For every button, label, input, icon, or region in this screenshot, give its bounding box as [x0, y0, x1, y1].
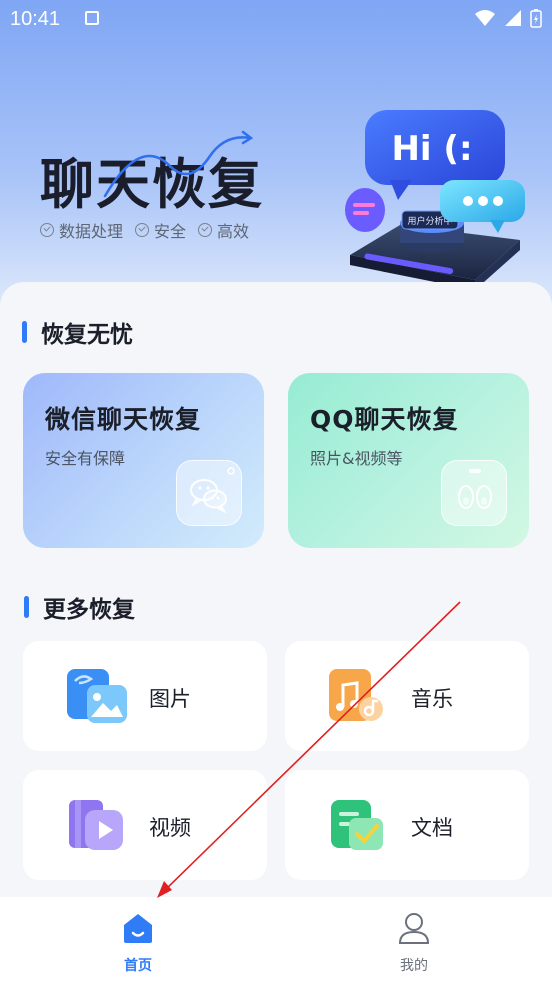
- card-subtitle: 照片&视频等: [310, 449, 403, 468]
- card-title: 微信聊天恢复: [45, 405, 202, 434]
- music-label: 音乐: [411, 687, 453, 711]
- video-recovery-card[interactable]: 视频: [23, 770, 267, 880]
- wifi-icon: [475, 10, 495, 26]
- feature-item: 高效: [198, 218, 249, 242]
- image-label: 图片: [149, 687, 191, 711]
- home-icon: [124, 914, 152, 943]
- document-label: 文档: [411, 816, 453, 840]
- check-circle-icon: [40, 223, 54, 237]
- wechat-icon: [176, 460, 242, 526]
- user-icon: [398, 913, 430, 944]
- bottom-nav: 首页 我的: [0, 897, 552, 983]
- hero-chat-illustration: 用户分析中 Hi (:: [345, 110, 525, 290]
- feature-item: 安全: [135, 218, 186, 242]
- music-recovery-card[interactable]: 音乐: [285, 641, 529, 751]
- section-title-more: 更多恢复: [24, 590, 135, 624]
- art-bubble-text: Hi (:: [391, 129, 472, 169]
- title-swoosh-decoration: [103, 130, 254, 198]
- section-accent-bar: [22, 321, 27, 343]
- check-circle-icon: [198, 223, 213, 237]
- video-label: 视频: [149, 816, 191, 840]
- battery-icon: [530, 9, 542, 28]
- nav-home[interactable]: 首页: [98, 911, 178, 975]
- image-icon: [67, 669, 127, 723]
- video-icon: [69, 800, 123, 850]
- card-subtitle: 安全有保障: [45, 449, 126, 468]
- document-icon: [331, 800, 383, 850]
- signal-icon: [505, 10, 521, 26]
- nav-mine[interactable]: 我的: [374, 911, 454, 975]
- status-icons: [474, 8, 542, 28]
- wechat-recovery-card[interactable]: 微信聊天恢复 安全有保障: [23, 373, 264, 548]
- qq-recovery-card[interactable]: QQ聊天恢复 照片&视频等: [288, 373, 529, 548]
- feature-item: 数据处理: [40, 218, 123, 242]
- section-accent-bar: [24, 596, 29, 618]
- image-recovery-card[interactable]: 图片: [23, 641, 267, 751]
- nav-home-label: 首页: [124, 958, 152, 974]
- hero-features: 数据处理 安全 高效: [40, 218, 249, 242]
- status-bar: 10:41: [0, 0, 552, 38]
- document-recovery-card[interactable]: 文档: [285, 770, 529, 880]
- check-circle-icon: [135, 223, 150, 237]
- qq-icon: [441, 460, 507, 526]
- status-time: 10:41: [10, 8, 61, 30]
- music-icon: [329, 669, 383, 721]
- card-title: QQ聊天恢复: [310, 405, 459, 434]
- section-title-main: 恢复无忧: [22, 315, 133, 349]
- notification-icon: [85, 11, 99, 25]
- nav-mine-label: 我的: [400, 958, 428, 974]
